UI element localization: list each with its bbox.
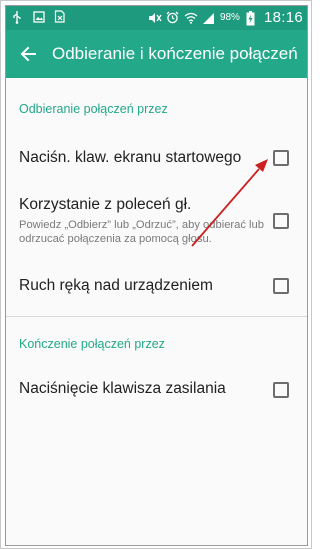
setting-description-voice-commands: Powiedz „Odbierz” lub „Odrzuć”, aby odbi…	[19, 219, 264, 245]
annotation-arrow	[191, 159, 268, 247]
section-header-ending: Kończenie połączeń przez	[19, 337, 165, 351]
screenshot-frame: 98% 18:16 Odbieranie i kończenie połącze…	[0, 0, 312, 549]
checkbox-power-key[interactable]	[273, 382, 289, 398]
clock-time: 18:16	[263, 9, 303, 26]
signal-icon	[202, 11, 214, 25]
mute-icon	[148, 11, 162, 25]
image-icon	[33, 10, 45, 24]
setting-title-home-key: Naciśn. klaw. ekranu startowego	[19, 149, 242, 166]
status-bar: 98% 18:16	[6, 6, 307, 30]
section-divider	[6, 316, 307, 317]
arrow-left-icon	[20, 46, 36, 62]
phone-screen: 98% 18:16 Odbieranie i kończenie połącze…	[5, 5, 308, 546]
checkbox-hand-motion[interactable]	[273, 278, 289, 294]
no-file-icon	[54, 10, 66, 24]
checkbox-home-key[interactable]	[273, 150, 289, 166]
battery-charging-icon	[246, 11, 258, 26]
back-button[interactable]	[16, 42, 40, 66]
section-header-answering: Odbieranie połączeń przez	[19, 102, 168, 116]
checkbox-voice-commands[interactable]	[273, 213, 289, 229]
wifi-icon	[184, 11, 198, 25]
usb-icon	[12, 10, 24, 24]
setting-title-voice-commands: Korzystanie z poleceń gł.	[19, 196, 192, 213]
battery-percent: 98%	[219, 12, 240, 23]
setting-title-power-key: Naciśnięcie klawisza zasilania	[19, 380, 226, 397]
app-bar: Odbieranie i kończenie połączeń	[6, 30, 307, 78]
page-title: Odbieranie i kończenie połączeń	[52, 44, 298, 63]
alarm-icon	[166, 11, 179, 25]
setting-title-hand-motion: Ruch ręką nad urządzeniem	[19, 277, 213, 294]
